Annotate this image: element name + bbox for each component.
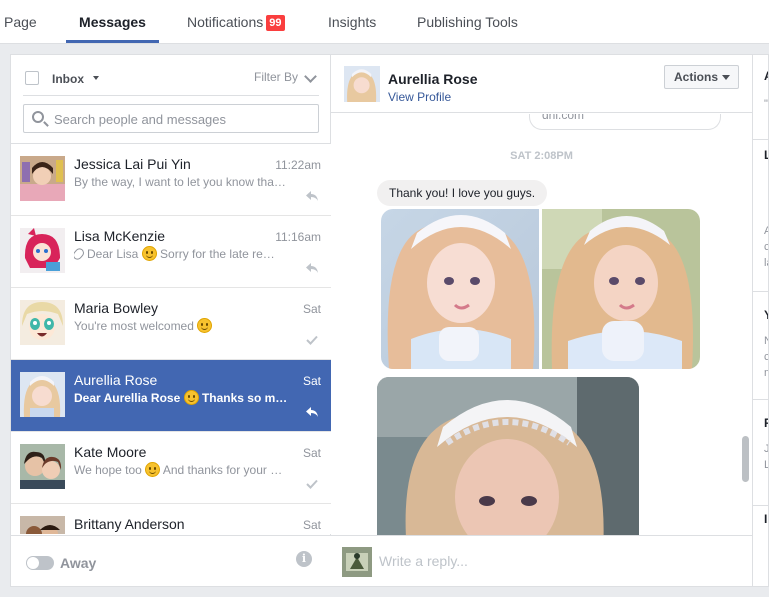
thread-time: Sat	[302, 518, 321, 532]
thread-snippet: We hope too And thanks for your …	[74, 462, 283, 477]
reply-input[interactable]	[379, 550, 739, 572]
avatar[interactable]	[344, 66, 380, 102]
thread-item-selected[interactable]: Aurellia Rose Sat Dear Aurellia Rose Tha…	[11, 360, 331, 432]
attachment-icon	[74, 246, 86, 262]
chevron-down-icon[interactable]	[304, 70, 317, 83]
thread-snippet: By the way, I want to let you know that…	[74, 175, 288, 189]
thread-time: Sat	[302, 446, 321, 460]
avatar	[20, 516, 65, 534]
filter-by-button[interactable]: Filter By	[254, 70, 298, 84]
away-label: Away	[60, 555, 97, 571]
tab-publishing-tools[interactable]: Publishing Tools	[417, 0, 518, 43]
thread-snippet: Dear Lisa Sorry for the late re…	[74, 246, 288, 262]
photo-attachment[interactable]	[377, 377, 639, 535]
info-icon[interactable]: i	[296, 551, 312, 567]
details-section: L	[753, 139, 768, 214]
reply-arrow-icon	[306, 191, 318, 201]
thread-list: Jessica Lai Pui Yin 11:22am By the way, …	[11, 143, 331, 534]
thread-list-column: Inbox Filter By Jessica Lai Pui Yin 11:2…	[11, 55, 331, 586]
away-toggle[interactable]	[26, 556, 54, 570]
smiley-icon	[141, 246, 157, 261]
select-all-checkbox[interactable]	[25, 71, 39, 85]
thread-time: Sat	[302, 302, 321, 316]
reply-composer	[331, 535, 752, 586]
photo-attachment[interactable]	[542, 209, 700, 369]
smiley-icon	[197, 318, 213, 333]
search-input[interactable]	[54, 110, 314, 128]
reply-arrow-icon	[306, 407, 318, 417]
previous-message-bubble: dhl.com	[529, 114, 721, 130]
avatar	[20, 372, 65, 417]
reply-arrow-icon	[306, 263, 318, 273]
tab-insights[interactable]: Insights	[328, 0, 376, 43]
thread-item[interactable]: Jessica Lai Pui Yin 11:22am By the way, …	[11, 144, 331, 216]
smiley-icon	[145, 462, 161, 477]
thread-name: Jessica Lai Pui Yin	[74, 156, 191, 172]
message-bubble: Thank you! I love you guys.	[377, 180, 548, 206]
view-profile-link[interactable]: View Profile	[388, 90, 451, 104]
conversation-contact-name[interactable]: Aurellia Rose	[388, 71, 477, 87]
thread-name: Lisa McKenzie	[74, 228, 166, 244]
top-tab-bar: Page Messages Notifications 99 Insights P…	[0, 0, 769, 44]
divider	[23, 95, 319, 96]
details-section: R J L	[753, 399, 768, 505]
thread-item[interactable]: Lisa McKenzie 11:16am Dear Lisa Sorry fo…	[11, 216, 331, 288]
caret-down-icon	[722, 75, 730, 80]
conversation-scrollbar[interactable]	[742, 436, 749, 482]
inbox-dropdown[interactable]: Inbox	[52, 72, 84, 86]
thread-name: Maria Bowley	[74, 300, 159, 316]
seen-check-icon	[306, 335, 318, 345]
details-section: A "	[764, 69, 768, 110]
smiley-icon	[183, 390, 199, 405]
conversation-header: Aurellia Rose View Profile Actions	[331, 55, 752, 113]
messages-panel: Inbox Filter By Jessica Lai Pui Yin 11:2…	[10, 54, 769, 587]
inbox-header: Inbox Filter By	[11, 55, 331, 95]
tab-messages[interactable]: Messages	[66, 0, 159, 43]
details-section: A c la	[764, 225, 769, 269]
thread-snippet: You're most welcomed	[74, 318, 288, 334]
search-box	[23, 104, 319, 133]
avatar	[342, 547, 372, 577]
thread-time: Sat	[302, 374, 321, 388]
thread-time: 11:16am	[275, 230, 321, 244]
message-thread: dhl.com SAT 2:08PM Thank you! I love you…	[331, 114, 752, 535]
thread-item[interactable]: Maria Bowley Sat You're most welcomed	[11, 288, 331, 360]
tab-notifications[interactable]: Notifications 99	[187, 0, 285, 43]
notifications-count-badge: 99	[266, 15, 285, 31]
search-icon	[32, 111, 44, 123]
thread-item[interactable]: Brittany Anderson Sat	[11, 504, 331, 534]
away-status-bar: Away i	[11, 535, 331, 586]
actions-button[interactable]: Actions	[664, 65, 739, 89]
avatar	[20, 156, 65, 201]
thread-name: Aurellia Rose	[74, 372, 158, 388]
thread-item[interactable]: Kate Moore Sat We hope too And thanks fo…	[11, 432, 331, 504]
details-section: Y N c m	[753, 291, 768, 399]
avatar	[20, 228, 65, 273]
caret-down-icon[interactable]	[93, 76, 99, 80]
contact-details-column: A " L A c la Y N c m R J L In	[752, 55, 769, 586]
message-timestamp: SAT 2:08PM	[510, 150, 573, 162]
avatar	[20, 444, 65, 489]
thread-name: Brittany Anderson	[74, 516, 185, 532]
tab-page[interactable]: Page	[4, 0, 37, 43]
thread-time: 11:22am	[275, 158, 321, 172]
seen-check-icon	[306, 479, 318, 489]
thread-name: Kate Moore	[74, 444, 147, 460]
conversation-column: Aurellia Rose View Profile Actions dhl.c…	[331, 55, 752, 586]
thread-snippet: Dear Aurellia Rose Thanks so m…	[74, 390, 288, 405]
photo-attachment[interactable]	[381, 209, 539, 369]
details-section: In	[753, 505, 768, 586]
avatar	[20, 300, 65, 345]
